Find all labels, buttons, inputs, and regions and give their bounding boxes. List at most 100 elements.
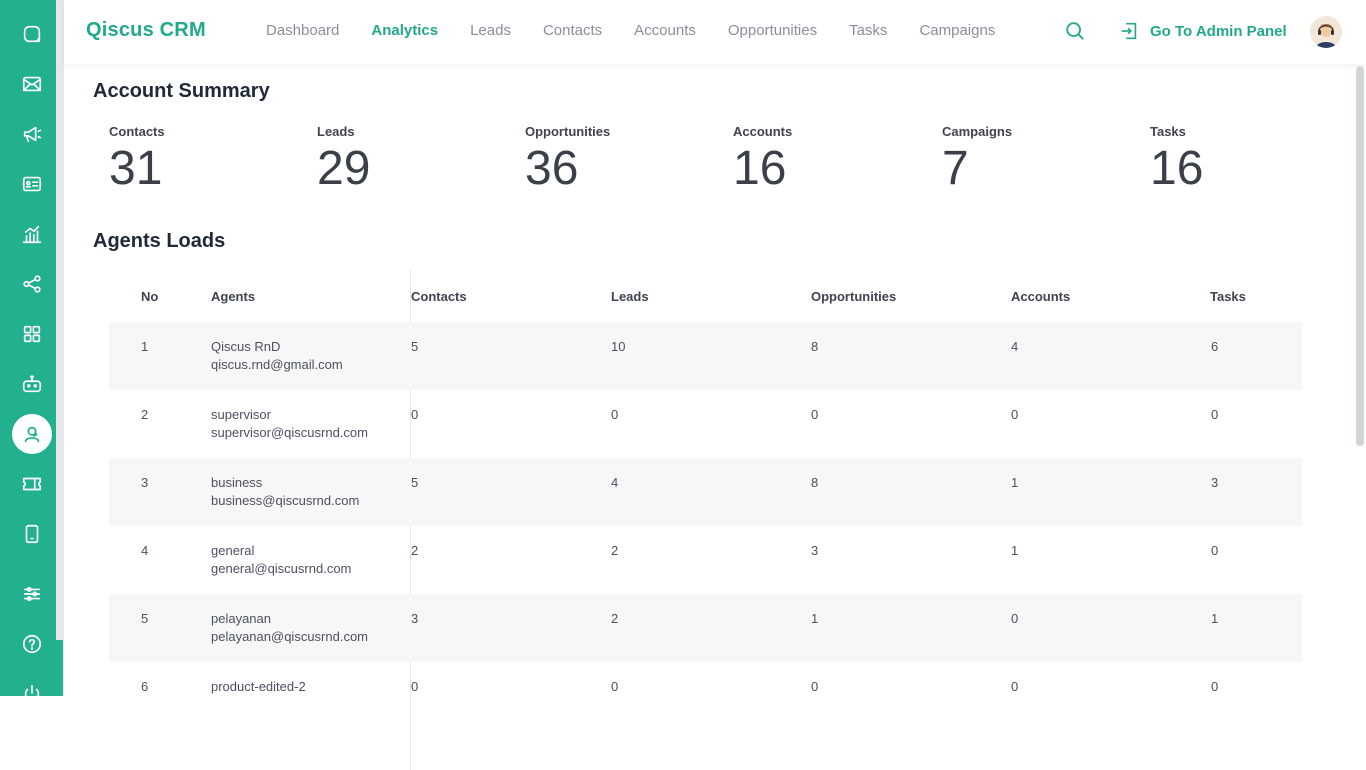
- table-row[interactable]: 1 Qiscus RnD qiscus.rnd@gmail.com 5 10 8…: [109, 322, 1302, 390]
- main-nav: Dashboard Analytics Leads Contacts Accou…: [266, 22, 1027, 39]
- table-row[interactable]: 6 product-edited-2 0 0 0 0 0: [109, 662, 1302, 730]
- cell-tasks: 1: [1211, 611, 1219, 626]
- robot-icon[interactable]: [12, 364, 52, 404]
- cell-leads: 0: [611, 679, 619, 694]
- col-no[interactable]: No: [141, 289, 158, 304]
- stat-opportunities: Opportunities 36: [525, 124, 610, 193]
- cell-opportunities: 8: [811, 339, 819, 354]
- cell-opportunities: 8: [811, 475, 819, 490]
- tablet-icon[interactable]: [12, 514, 52, 554]
- brand-logo[interactable]: Qiscus CRM: [86, 19, 206, 42]
- cell-tasks: 0: [1211, 543, 1219, 558]
- stat-accounts: Accounts 16: [733, 124, 792, 193]
- admin-panel-link[interactable]: Go To Admin Panel: [1118, 20, 1287, 42]
- help-icon[interactable]: [12, 624, 52, 664]
- cell-agent: product-edited-2: [211, 678, 306, 696]
- col-leads[interactable]: Leads: [611, 289, 649, 304]
- agent-name: Qiscus RnD: [211, 339, 281, 354]
- power-icon[interactable]: [12, 674, 52, 714]
- nav-tasks[interactable]: Tasks: [849, 22, 887, 39]
- stat-label: Leads: [317, 124, 355, 139]
- apps-grid-icon[interactable]: [12, 314, 52, 354]
- agent-email: business@qiscusrnd.com: [211, 493, 360, 508]
- agent-email: qiscus.rnd@gmail.com: [211, 357, 343, 372]
- agent-email: general@qiscusrnd.com: [211, 561, 352, 576]
- agents-loads-table: No Agents Contacts Leads Opportunities A…: [109, 270, 1302, 770]
- col-opportunities[interactable]: Opportunities: [811, 289, 896, 304]
- stat-label: Tasks: [1150, 124, 1186, 139]
- table-row[interactable]: 4 general general@qiscusrnd.com 2 2 3 1 …: [109, 526, 1302, 594]
- user-avatar-icon: [1310, 16, 1342, 48]
- cell-contacts: 0: [411, 679, 419, 694]
- col-tasks[interactable]: Tasks: [1210, 289, 1246, 304]
- mail-icon[interactable]: [12, 64, 52, 104]
- megaphone-icon[interactable]: [12, 114, 52, 154]
- cell-agent: general general@qiscusrnd.com: [211, 542, 351, 578]
- analytics-chart-icon[interactable]: [12, 214, 52, 254]
- nav-leads[interactable]: Leads: [470, 22, 511, 39]
- cell-contacts: 3: [411, 611, 419, 626]
- top-navbar: Qiscus CRM Dashboard Analytics Leads Con…: [64, 0, 1366, 64]
- cell-tasks: 0: [1211, 407, 1219, 422]
- stat-value: 29: [317, 142, 371, 195]
- stat-value: 36: [525, 142, 579, 195]
- share-nodes-icon[interactable]: [12, 264, 52, 304]
- table-header: No Agents Contacts Leads Opportunities A…: [109, 270, 1302, 322]
- agent-name: business: [211, 475, 263, 490]
- nav-campaigns[interactable]: Campaigns: [919, 22, 995, 39]
- chat-icon[interactable]: [12, 14, 52, 54]
- nav-accounts[interactable]: Accounts: [634, 22, 696, 39]
- cell-tasks: 3: [1211, 475, 1219, 490]
- cell-agent: supervisor supervisor@qiscusrnd.com: [211, 406, 368, 442]
- stat-contacts: Contacts 31: [109, 124, 165, 193]
- stat-label: Campaigns: [942, 124, 1013, 139]
- cell-no: 4: [141, 543, 149, 558]
- cell-no: 1: [141, 339, 149, 354]
- cell-tasks: 0: [1211, 679, 1219, 694]
- avatar[interactable]: [1310, 16, 1342, 48]
- cell-leads: 0: [611, 407, 619, 422]
- cell-agent: business business@qiscusrnd.com: [211, 474, 359, 510]
- table-row[interactable]: 5 pelayanan pelayanan@qiscusrnd.com 3 2 …: [109, 594, 1302, 662]
- sidebar-scrollbar[interactable]: [56, 0, 64, 640]
- sliders-icon[interactable]: [12, 574, 52, 614]
- stat-value: 31: [109, 142, 163, 195]
- cell-leads: 10: [611, 339, 626, 354]
- ticket-icon[interactable]: [12, 464, 52, 504]
- cell-opportunities: 3: [811, 543, 819, 558]
- account-summary: Contacts 31 Leads 29 Opportunities 36 Ac…: [109, 124, 1349, 204]
- cell-agent: pelayanan pelayanan@qiscusrnd.com: [211, 610, 368, 646]
- cell-accounts: 0: [1011, 611, 1019, 626]
- page-scrollbar[interactable]: [1356, 66, 1364, 446]
- admin-panel-label: Go To Admin Panel: [1150, 22, 1287, 40]
- stat-value: 16: [733, 142, 787, 195]
- table-row[interactable]: 2 supervisor supervisor@qiscusrnd.com 0 …: [109, 390, 1302, 458]
- contact-card-icon[interactable]: [12, 164, 52, 204]
- account-summary-title: Account Summary: [93, 80, 270, 102]
- stat-tasks: Tasks 16: [1150, 124, 1203, 193]
- nav-dashboard[interactable]: Dashboard: [266, 22, 339, 39]
- cell-opportunities: 1: [811, 611, 819, 626]
- nav-contacts[interactable]: Contacts: [543, 22, 602, 39]
- nav-opportunities[interactable]: Opportunities: [728, 22, 817, 39]
- stat-label: Opportunities: [525, 124, 611, 139]
- cell-contacts: 5: [411, 339, 419, 354]
- nav-analytics[interactable]: Analytics: [371, 22, 438, 39]
- stat-label: Contacts: [109, 124, 165, 139]
- agent-email: pelayanan@qiscusrnd.com: [211, 629, 369, 644]
- cell-leads: 2: [611, 543, 619, 558]
- col-agents[interactable]: Agents: [211, 289, 255, 304]
- cell-leads: 2: [611, 611, 619, 626]
- stat-leads: Leads 29: [317, 124, 370, 193]
- agent-icon[interactable]: [12, 414, 52, 454]
- col-contacts[interactable]: Contacts: [411, 289, 467, 304]
- agent-name: general: [211, 543, 255, 558]
- agents-loads-title: Agents Loads: [93, 230, 226, 252]
- stat-campaigns: Campaigns 7: [942, 124, 1012, 193]
- table-row[interactable]: 3 business business@qiscusrnd.com 5 4 8 …: [109, 458, 1302, 526]
- cell-contacts: 5: [411, 475, 419, 490]
- search-icon[interactable]: [1064, 20, 1088, 44]
- cell-contacts: 0: [411, 407, 419, 422]
- col-accounts[interactable]: Accounts: [1011, 289, 1070, 304]
- cell-no: 2: [141, 407, 149, 422]
